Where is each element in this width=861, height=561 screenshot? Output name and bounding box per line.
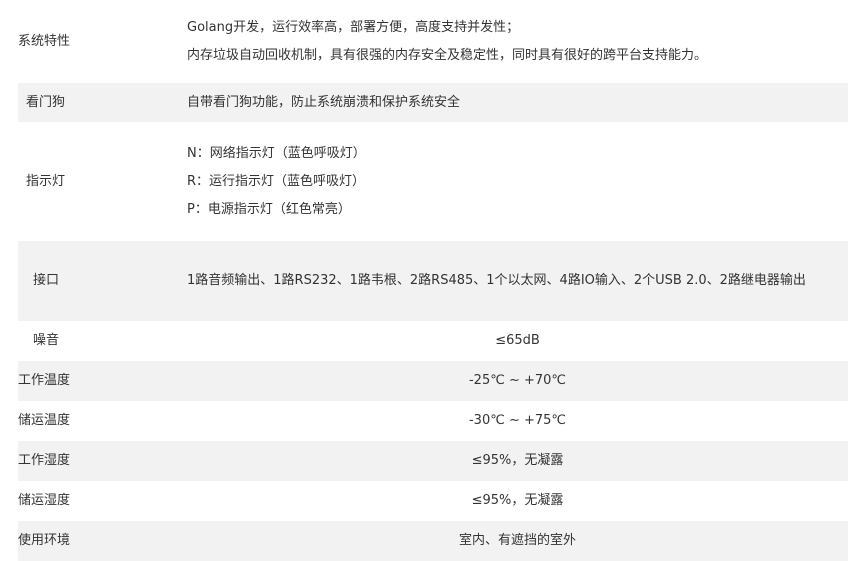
spec-value: -25℃ ~ +70℃ — [187, 361, 848, 401]
spec-label: 工作温度 — [18, 361, 187, 401]
spec-label: 接口 — [18, 241, 187, 321]
spec-label: 系统特性 — [18, 0, 187, 83]
spec-value: Golang开发，运行效率高，部署方便，高度支持并发性； 内存垃圾自动回收机制，… — [187, 0, 848, 83]
spec-value: ≤95%，无凝露 — [187, 481, 848, 521]
spec-row-environment: 使用环境 室内、有遮挡的室外 — [18, 521, 848, 561]
spec-value: -30℃ ~ +75℃ — [187, 401, 848, 441]
spec-value-line: P：电源指示灯（红色常亮） — [187, 201, 351, 217]
spec-label: 使用环境 — [18, 521, 187, 561]
spec-row-watchdog: 看门狗 自带看门狗功能，防止系统崩溃和保护系统安全 — [18, 83, 848, 122]
spec-label: 储运湿度 — [18, 481, 187, 521]
spec-value-line: Golang开发，运行效率高，部署方便，高度支持并发性； — [187, 19, 520, 35]
spec-label: 指示灯 — [18, 122, 187, 241]
spec-row-storage-temperature: 储运温度 -30℃ ~ +75℃ — [18, 401, 848, 441]
spec-value: 自带看门狗功能，防止系统崩溃和保护系统安全 — [187, 83, 848, 122]
specifications-table: 系统特性 Golang开发，运行效率高，部署方便，高度支持并发性； 内存垃圾自动… — [18, 0, 848, 561]
spec-value-line: R：运行指示灯（蓝色呼吸灯） — [187, 173, 366, 189]
spec-row-indicator-lights: 指示灯 N：网络指示灯（蓝色呼吸灯） R：运行指示灯（蓝色呼吸灯） P：电源指示… — [18, 122, 848, 241]
spec-value: N：网络指示灯（蓝色呼吸灯） R：运行指示灯（蓝色呼吸灯） P：电源指示灯（红色… — [187, 122, 848, 241]
spec-row-noise: 噪音 ≤65dB — [18, 321, 848, 361]
spec-label: 储运温度 — [18, 401, 187, 441]
spec-value: 室内、有遮挡的室外 — [187, 521, 848, 561]
spec-row-interface: 接口 1路音频输出、1路RS232、1路韦根、2路RS485、1个以太网、4路I… — [18, 241, 848, 321]
spec-value-line: 内存垃圾自动回收机制，具有很强的内存安全及稳定性，同时具有很好的跨平台支持能力。 — [187, 47, 708, 63]
spec-row-operating-humidity: 工作湿度 ≤95%，无凝露 — [18, 441, 848, 481]
spec-label: 看门狗 — [18, 83, 187, 122]
spec-row-system-features: 系统特性 Golang开发，运行效率高，部署方便，高度支持并发性； 内存垃圾自动… — [18, 0, 848, 83]
spec-label: 工作湿度 — [18, 441, 187, 481]
spec-value: ≤95%，无凝露 — [187, 441, 848, 481]
spec-row-operating-temperature: 工作温度 -25℃ ~ +70℃ — [18, 361, 848, 401]
spec-value-line: N：网络指示灯（蓝色呼吸灯） — [187, 145, 366, 161]
spec-value: 1路音频输出、1路RS232、1路韦根、2路RS485、1个以太网、4路IO输入… — [187, 241, 848, 321]
spec-label: 噪音 — [18, 321, 187, 361]
spec-row-storage-humidity: 储运湿度 ≤95%，无凝露 — [18, 481, 848, 521]
spec-value: ≤65dB — [187, 321, 848, 361]
